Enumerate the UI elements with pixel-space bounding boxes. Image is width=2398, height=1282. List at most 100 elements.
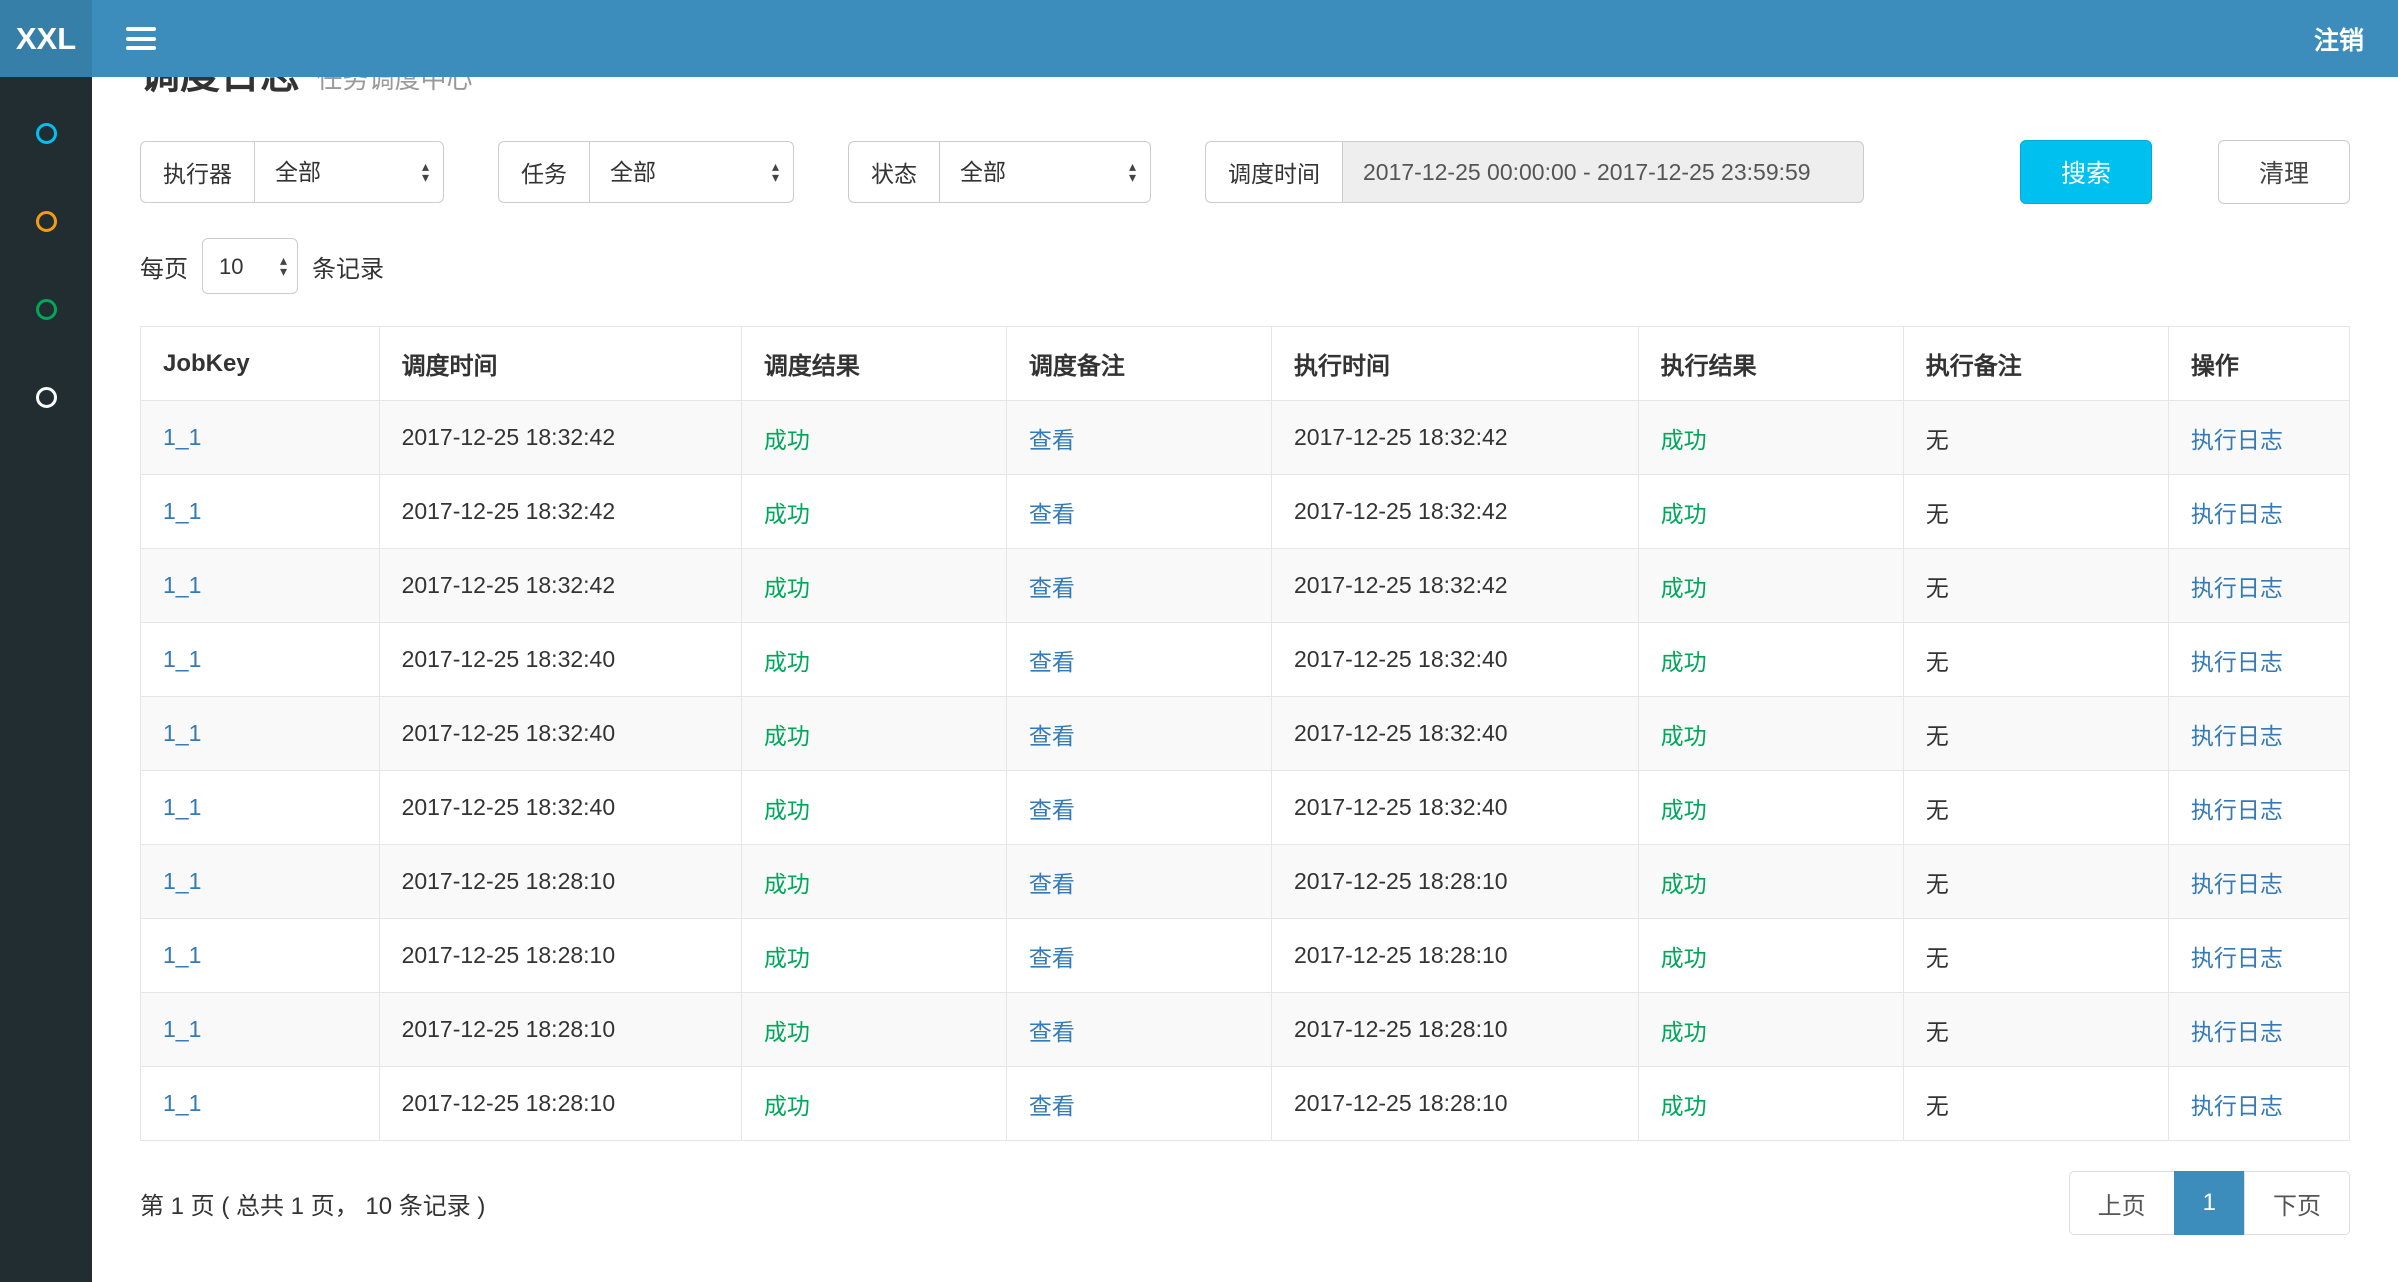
status-select-control[interactable]: 全部 xyxy=(940,143,1150,201)
handle-result-cell: 成功 xyxy=(1661,723,1707,749)
circle-icon xyxy=(36,299,57,320)
action-link[interactable]: 执行日志 xyxy=(2191,797,2283,823)
prev-page-button[interactable]: 上页 xyxy=(2069,1171,2175,1235)
trigger-msg-link[interactable]: 查看 xyxy=(1029,1093,1075,1119)
clear-button[interactable]: 清理 xyxy=(2218,140,2350,204)
action-link[interactable]: 执行日志 xyxy=(2191,575,2283,601)
action-link[interactable]: 执行日志 xyxy=(2191,427,2283,453)
trigger-msg-link[interactable]: 查看 xyxy=(1029,427,1075,453)
trigger-time-cell: 2017-12-25 18:28:10 xyxy=(402,1016,616,1042)
job-key-link[interactable]: 1_1 xyxy=(163,868,201,894)
pagination: 上页 1 下页 xyxy=(2070,1171,2350,1235)
current-page-button[interactable]: 1 xyxy=(2174,1171,2245,1235)
job-filter: 任务 全部 ▴▾ xyxy=(498,141,794,203)
action-link[interactable]: 执行日志 xyxy=(2191,501,2283,527)
trigger-msg-link[interactable]: 查看 xyxy=(1029,723,1075,749)
trigger-time-filter-label: 调度时间 xyxy=(1205,141,1342,203)
trigger-msg-link[interactable]: 查看 xyxy=(1029,871,1075,897)
next-page-button[interactable]: 下页 xyxy=(2244,1171,2350,1235)
job-key-link[interactable]: 1_1 xyxy=(163,424,201,450)
logout-link[interactable]: 注销 xyxy=(2314,21,2364,57)
job-key-link[interactable]: 1_1 xyxy=(163,1090,201,1116)
column-header-6: 执行结果 xyxy=(1638,327,1903,401)
table-header-row: JobKey调度时间调度结果调度备注执行时间执行结果执行备注操作 xyxy=(141,327,2350,401)
job-key-link[interactable]: 1_1 xyxy=(163,572,201,598)
handle-msg-cell: 无 xyxy=(1926,649,1949,675)
page-size-prefix-label: 每页 xyxy=(140,249,188,284)
handle-time-cell: 2017-12-25 18:32:42 xyxy=(1294,498,1508,524)
handle-time-cell: 2017-12-25 18:32:40 xyxy=(1294,794,1508,820)
action-link[interactable]: 执行日志 xyxy=(2191,723,2283,749)
executor-filter: 执行器 全部 ▴▾ xyxy=(140,141,444,203)
action-link[interactable]: 执行日志 xyxy=(2191,1019,2283,1045)
sidebar-item-3[interactable] xyxy=(0,265,92,353)
trigger-result-cell: 成功 xyxy=(764,1093,810,1119)
page-size-select-control[interactable]: 10 xyxy=(203,240,297,292)
trigger-result-cell: 成功 xyxy=(764,723,810,749)
trigger-msg-link[interactable]: 查看 xyxy=(1029,1019,1075,1045)
trigger-time-cell: 2017-12-25 18:32:42 xyxy=(402,498,616,524)
table-row: 1_1 2017-12-25 18:32:42 成功 查看 2017-12-25 18:… xyxy=(141,475,2350,549)
trigger-msg-link[interactable]: 查看 xyxy=(1029,797,1075,823)
trigger-result-cell: 成功 xyxy=(764,575,810,601)
trigger-msg-link[interactable]: 查看 xyxy=(1029,575,1075,601)
handle-msg-cell: 无 xyxy=(1926,871,1949,897)
trigger-result-cell: 成功 xyxy=(764,945,810,971)
column-header-2: 调度时间 xyxy=(379,327,741,401)
job-filter-label: 任务 xyxy=(498,141,589,203)
action-link[interactable]: 执行日志 xyxy=(2191,649,2283,675)
job-key-link[interactable]: 1_1 xyxy=(163,942,201,968)
handle-result-cell: 成功 xyxy=(1661,797,1707,823)
job-key-link[interactable]: 1_1 xyxy=(163,1016,201,1042)
handle-time-cell: 2017-12-25 18:32:42 xyxy=(1294,572,1508,598)
handle-msg-cell: 无 xyxy=(1926,945,1949,971)
job-key-link[interactable]: 1_1 xyxy=(163,720,201,746)
sidebar-item-1[interactable] xyxy=(0,89,92,177)
column-header-8: 操作 xyxy=(2168,327,2349,401)
page-size-bar: 每页 10 ▴▾ 条记录 xyxy=(140,238,2350,294)
executor-filter-label: 执行器 xyxy=(140,141,254,203)
action-link[interactable]: 执行日志 xyxy=(2191,871,2283,897)
log-table-body: 1_12017-12-25 18:32:42成功查看2017-12-25 18:… xyxy=(141,401,2350,1141)
trigger-time-cell: 2017-12-25 18:28:10 xyxy=(402,868,616,894)
job-key-link[interactable]: 1_1 xyxy=(163,794,201,820)
hamburger-menu-icon[interactable] xyxy=(126,27,156,50)
table-row: 1_12017-12-25 18:28:10成功查看2017-12-25 18:… xyxy=(141,993,2350,1067)
column-header-1: JobKey xyxy=(141,327,380,401)
executor-select-control[interactable]: 全部 xyxy=(255,143,443,201)
page-size-suffix-label: 条记录 xyxy=(312,249,384,284)
trigger-time-range-input[interactable] xyxy=(1342,141,1864,203)
sidebar-item-2[interactable] xyxy=(0,177,92,265)
handle-msg-cell: 无 xyxy=(1926,723,1949,749)
table-row: 1_12017-12-25 18:32:42成功查看2017-12-25 18:… xyxy=(141,549,2350,623)
job-key-link[interactable]: 1_1 xyxy=(163,646,201,672)
handle-result-cell: 成功 xyxy=(1661,945,1707,971)
table-row: 1_12017-12-25 18:28:10成功查看2017-12-25 18:… xyxy=(141,845,2350,919)
trigger-msg-link[interactable]: 查看 xyxy=(1029,649,1075,675)
app-logo[interactable]: XXL xyxy=(0,0,92,77)
handle-result-cell: 成功 xyxy=(1661,1019,1707,1045)
trigger-msg-link[interactable]: 查看 xyxy=(1029,501,1075,527)
job-key-link[interactable]: 1_1 xyxy=(163,498,201,524)
circle-icon xyxy=(36,387,57,408)
trigger-result-cell: 成功 xyxy=(764,427,810,453)
handle-msg-cell: 无 xyxy=(1926,1093,1949,1119)
table-row: 1_12017-12-25 18:28:10成功查看2017-12-25 18:… xyxy=(141,1067,2350,1141)
table-row: 1_12017-12-25 18:32:42成功查看2017-12-25 18:… xyxy=(141,401,2350,475)
trigger-result-cell: 成功 xyxy=(764,501,810,527)
handle-msg-cell: 无 xyxy=(1926,427,1949,453)
action-link[interactable]: 执行日志 xyxy=(2191,1093,2283,1119)
column-header-5: 执行时间 xyxy=(1271,327,1638,401)
handle-msg-cell: 无 xyxy=(1926,1019,1949,1045)
job-select-control[interactable]: 全部 xyxy=(590,143,793,201)
search-button[interactable]: 搜索 xyxy=(2020,140,2152,204)
trigger-time-cell: 2017-12-25 18:32:40 xyxy=(402,646,616,672)
action-link[interactable]: 执行日志 xyxy=(2191,945,2283,971)
column-header-7: 执行备注 xyxy=(1903,327,2168,401)
sidebar-item-4[interactable] xyxy=(0,353,92,441)
table-row: 1_12017-12-25 18:32:40成功查看2017-12-25 18:… xyxy=(141,697,2350,771)
trigger-time-cell: 2017-12-25 18:28:10 xyxy=(402,942,616,968)
column-header-3: 调度结果 xyxy=(741,327,1006,401)
trigger-msg-link[interactable]: 查看 xyxy=(1029,945,1075,971)
handle-result-cell: 成功 xyxy=(1661,501,1707,527)
